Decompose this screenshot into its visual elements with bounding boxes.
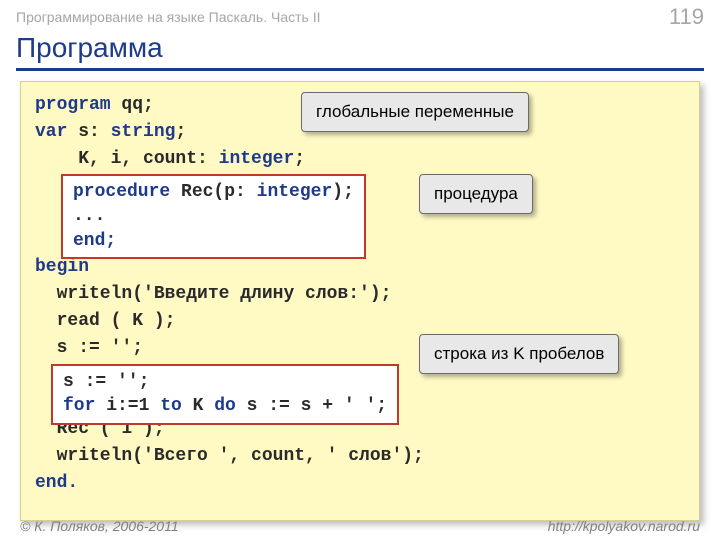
callout-procedure: процедура [419,174,533,214]
callout-globals: глобальные переменные [301,92,529,132]
course-title: Программирование на языке Паскаль. Часть… [16,9,320,25]
code-block: program qq; var s: string; K, i, count: … [20,81,700,521]
code-body: program qq; var s: string; K, i, count: … [35,92,685,497]
page-title: Программа [0,30,720,68]
title-rule [16,68,704,71]
inset-procedure: procedure Rec(p: integer); ... end; [61,174,366,259]
callout-spaces: строка из K пробелов [419,334,619,374]
header: Программирование на языке Паскаль. Часть… [0,0,720,30]
page-number: 119 [669,4,704,30]
footer-url: http://kpolyakov.narod.ru [548,518,700,534]
copyright: © К. Поляков, 2006-2011 [20,518,179,534]
footer: © К. Поляков, 2006-2011 http://kpolyakov… [0,518,720,534]
inset-spaces-code: s := ''; for i:=1 to K do s := s + ' '; [51,364,399,425]
